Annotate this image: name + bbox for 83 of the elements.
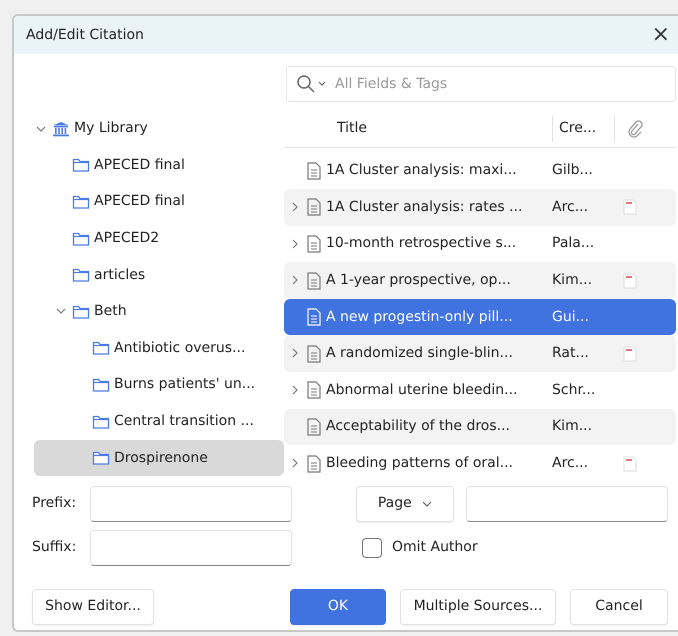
ok-button[interactable]: OK xyxy=(290,588,386,625)
prefix-field[interactable] xyxy=(90,486,292,522)
document-icon xyxy=(306,454,322,473)
chevron-right-icon[interactable] xyxy=(290,348,300,358)
document-icon xyxy=(306,418,322,436)
omit-author-checkbox[interactable] xyxy=(362,538,382,558)
table-row[interactable]: Acceptability of the dros... Kim... xyxy=(284,408,676,446)
window-title: Add/Edit Citation xyxy=(26,26,144,45)
document-icon xyxy=(306,234,322,253)
pdf-icon[interactable] xyxy=(623,272,637,289)
pdf-icon[interactable] xyxy=(623,346,637,362)
tree-item[interactable]: Antibiotic overus... xyxy=(34,330,284,367)
pdf-icon[interactable] xyxy=(623,199,637,216)
caret-icon xyxy=(422,500,432,506)
locator-dropdown[interactable]: Page xyxy=(356,486,454,522)
tree-item[interactable]: My Library xyxy=(34,110,284,148)
multiple-sources-button[interactable]: Multiple Sources... xyxy=(400,588,556,625)
chevron-right-icon[interactable] xyxy=(290,202,300,212)
chevron-right-icon[interactable] xyxy=(290,458,300,468)
tree-item[interactable]: Drospirenone xyxy=(34,440,284,476)
folder-icon xyxy=(72,266,90,284)
document-icon xyxy=(306,308,322,326)
table-row[interactable]: A new progestin-only pill... Gui... xyxy=(284,298,676,336)
creator-text: Gui... xyxy=(552,308,589,325)
creator-text: Gilb... xyxy=(552,162,593,178)
creator-text: Schr... xyxy=(552,382,596,398)
library-icon xyxy=(52,120,70,138)
document-icon xyxy=(306,344,322,363)
tree-item[interactable]: articles xyxy=(34,256,284,294)
document-icon xyxy=(306,381,322,400)
tree-item[interactable]: Burns patients' un... xyxy=(34,366,284,404)
suffix-field[interactable] xyxy=(90,530,292,566)
chevron-right-icon[interactable] xyxy=(290,275,300,286)
title-text: Acceptability of the dros... xyxy=(326,417,510,436)
tree-item[interactable]: Beth xyxy=(34,293,284,330)
search-field[interactable]: All Fields & Tags xyxy=(286,66,676,102)
tree-item[interactable]: Central transition ... xyxy=(34,403,284,440)
title-text: Bleeding patterns of oral... xyxy=(326,454,513,474)
pdf-icon[interactable] xyxy=(623,456,637,472)
title-text: Abnormal uterine bleedin... xyxy=(326,380,518,400)
table-row[interactable]: Bleeding patterns of oral... Arc... xyxy=(284,445,676,482)
chevron-down-icon[interactable] xyxy=(36,124,46,134)
folder-icon xyxy=(92,339,110,358)
column-header[interactable]: Title xyxy=(337,120,368,136)
table-row[interactable]: A 1-year prospective, op... Kim... xyxy=(284,262,676,299)
title-text: 10-month retrospective s... xyxy=(326,234,516,254)
creator-text: Arc... xyxy=(552,198,588,215)
document-icon xyxy=(306,162,322,180)
folder-icon xyxy=(92,449,110,468)
tree-item[interactable]: APECED final xyxy=(34,147,284,184)
table-row[interactable]: 1A Cluster analysis: rates ... Arc... xyxy=(284,189,676,226)
table-row[interactable]: 1A Cluster analysis: maxi... Gilb... xyxy=(284,152,676,190)
tree-item[interactable]: APECED final xyxy=(34,184,284,220)
document-icon xyxy=(306,272,322,290)
locator-field[interactable] xyxy=(466,486,668,522)
table-row[interactable]: 10-month retrospective s... Pala... xyxy=(284,226,676,262)
creator-text: Kim... xyxy=(552,418,592,434)
title-text: A new progestin-only pill... xyxy=(326,308,513,327)
show-editor-button[interactable]: Show Editor... xyxy=(32,588,154,625)
cancel-button[interactable]: Cancel xyxy=(570,588,668,625)
tree-item[interactable]: APECED2 xyxy=(34,220,284,257)
folder-icon xyxy=(72,156,90,174)
close-button[interactable]: × xyxy=(650,24,672,46)
title-text: 1A Cluster analysis: maxi... xyxy=(326,161,517,180)
creator-text: Pala... xyxy=(552,235,594,252)
chevron-right-icon[interactable] xyxy=(290,238,300,249)
omit-author-label: Omit Author xyxy=(392,538,478,558)
suffix-label: Suffix: xyxy=(32,538,78,558)
table-row[interactable]: A randomized single-blin... Rat... xyxy=(284,335,676,372)
chevron-right-icon[interactable] xyxy=(290,385,300,396)
table-row[interactable]: Abnormal uterine bleedin... Schr... xyxy=(284,372,676,409)
chevron-down-icon[interactable] xyxy=(56,306,66,316)
title-text: A randomized single-blin... xyxy=(326,344,513,364)
document-icon xyxy=(306,198,322,216)
creator-text: Kim... xyxy=(552,272,592,288)
prefix-label: Prefix: xyxy=(32,494,78,514)
title-text: 1A Cluster analysis: rates ... xyxy=(326,198,522,217)
creator-text: Rat... xyxy=(552,345,589,362)
title-text: A 1-year prospective, op... xyxy=(326,271,511,290)
paperclip-icon[interactable] xyxy=(626,120,642,138)
creator-text: Arc... xyxy=(552,455,588,472)
column-header[interactable]: Cre... xyxy=(559,118,596,140)
search-icon[interactable] xyxy=(296,74,328,94)
